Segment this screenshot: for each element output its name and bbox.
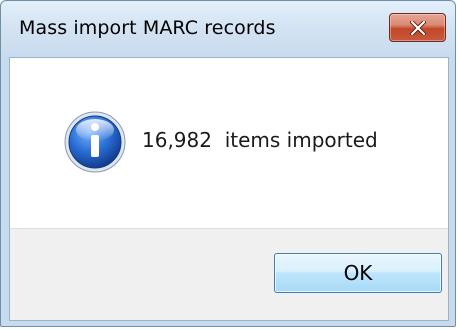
dialog-body: 16,982 items imported OK (9, 57, 449, 321)
dialog-window: Mass import MARC records 16,982 items im… (0, 0, 456, 327)
info-icon (64, 111, 126, 173)
close-button[interactable] (389, 13, 446, 42)
dialog-title: Mass import MARC records (19, 17, 276, 39)
message-area: 16,982 items imported (10, 58, 448, 228)
ok-button[interactable]: OK (274, 253, 442, 293)
close-icon (409, 20, 426, 35)
imported-label: items imported (224, 128, 378, 152)
title-bar[interactable]: Mass import MARC records (1, 1, 455, 57)
button-bar: OK (10, 228, 448, 320)
imported-count: 16,982 (142, 128, 212, 152)
message-text: 16,982 items imported (142, 128, 378, 152)
